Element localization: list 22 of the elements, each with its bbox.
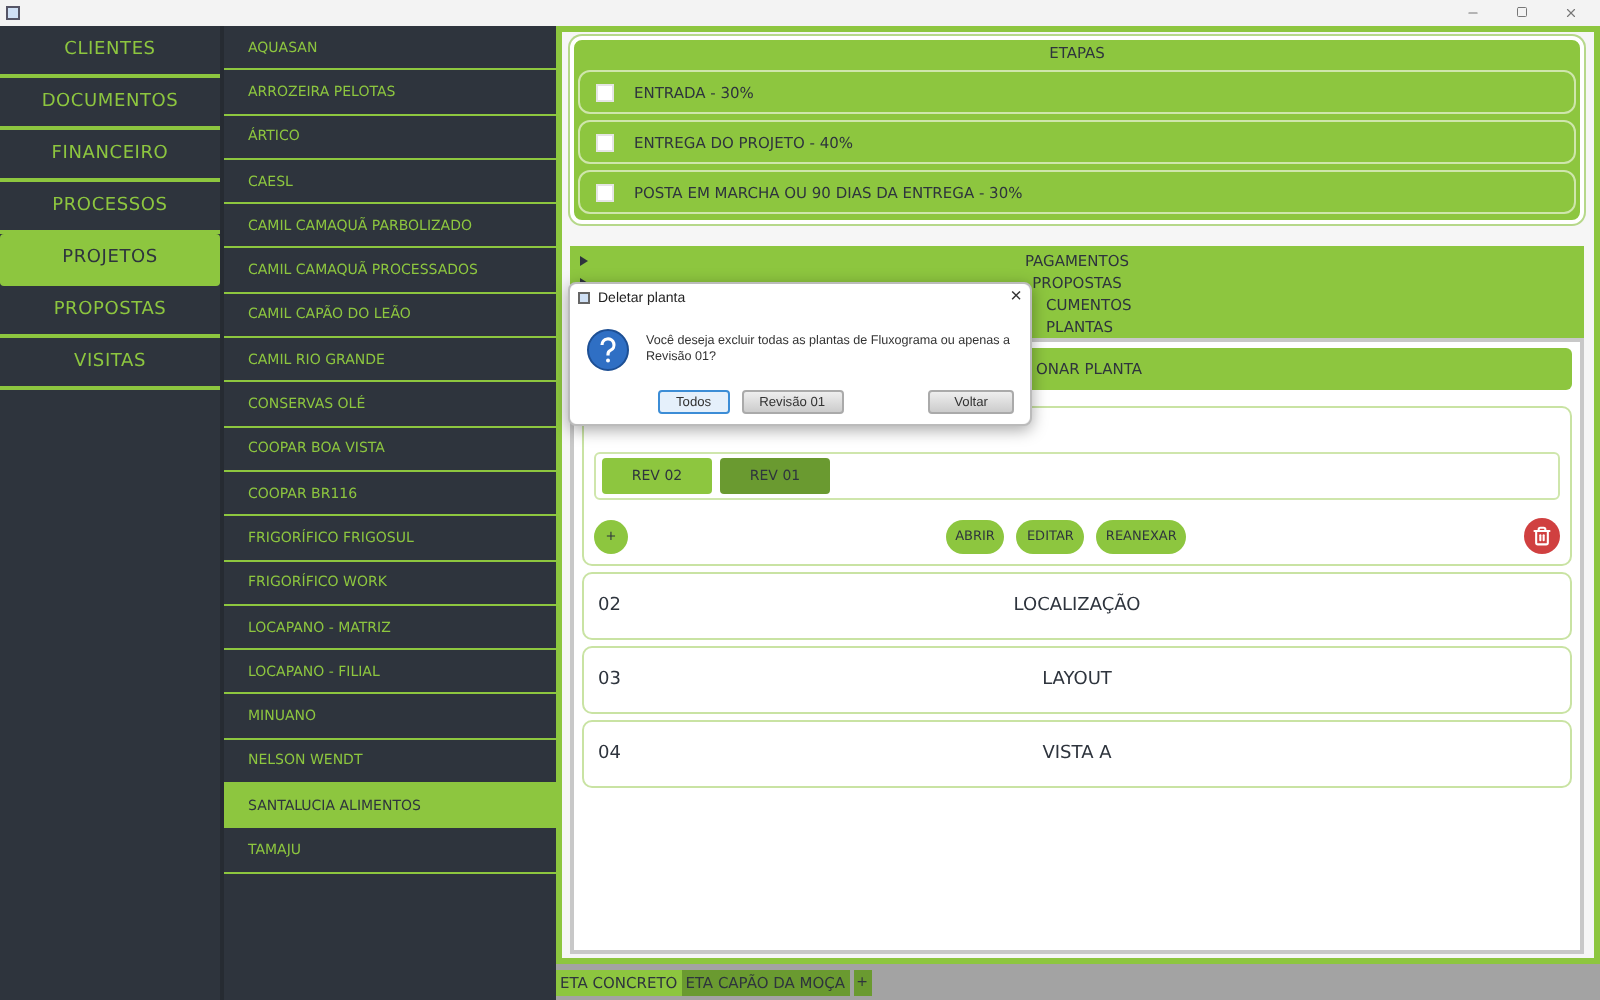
checkbox[interactable]: [596, 183, 614, 201]
plant-number: 03: [598, 670, 621, 690]
delete-button[interactable]: [1524, 518, 1560, 554]
plant-name: VISTA A: [1042, 744, 1112, 764]
plant-name: LAYOUT: [1042, 670, 1112, 690]
plant-row[interactable]: 03 LAYOUT: [582, 646, 1572, 714]
plant-row[interactable]: 04 VISTA A: [582, 720, 1572, 788]
plant-number: 02: [598, 596, 621, 616]
checkbox[interactable]: [596, 133, 614, 151]
plant-row[interactable]: 02 LOCALIZAÇÃO: [582, 572, 1572, 640]
maximize-icon[interactable]: [1516, 6, 1528, 18]
trash-icon: [1532, 526, 1552, 546]
dialog-close-button[interactable]: ×: [1010, 288, 1022, 308]
checkbox[interactable]: [596, 83, 614, 101]
plant-name: LOCALIZAÇÃO: [1013, 596, 1141, 616]
close-icon[interactable]: [1564, 6, 1578, 20]
dialog-icon: [578, 292, 590, 304]
question-icon: [586, 328, 630, 372]
app-icon: [6, 6, 20, 20]
expand-arrow-icon[interactable]: [580, 256, 588, 266]
plant-number: 04: [598, 744, 621, 764]
menu-item[interactable]: PROJETOS: [0, 234, 220, 286]
